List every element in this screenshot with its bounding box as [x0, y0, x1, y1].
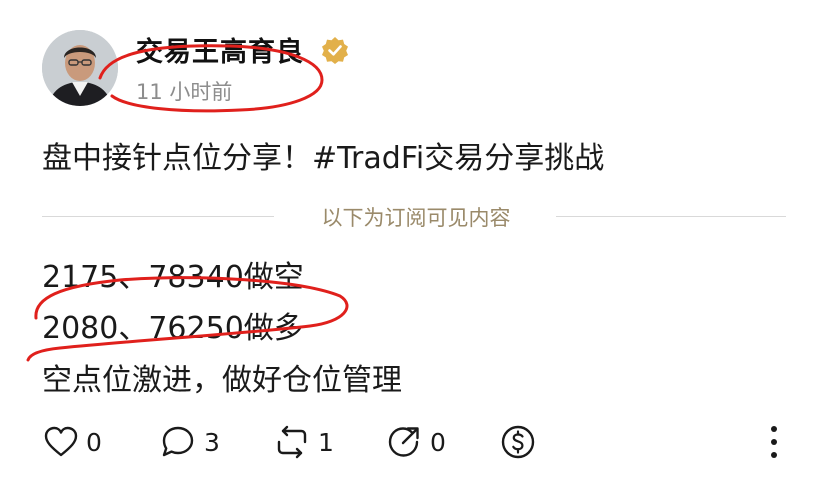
- comment-count: 3: [204, 427, 220, 457]
- comment-button[interactable]: 3: [160, 422, 220, 462]
- avatar-portrait-icon: [42, 30, 118, 106]
- share-button[interactable]: 0: [386, 422, 446, 462]
- repost-button[interactable]: 1: [274, 422, 334, 462]
- author-name[interactable]: 交易王高育良: [136, 30, 304, 69]
- repost-count: 1: [318, 427, 334, 457]
- content-line-short: 2175、78340做空: [42, 260, 304, 295]
- repost-icon: [277, 425, 307, 459]
- content-line-long: 2080、76250做多: [42, 311, 304, 346]
- dollar-coin-icon: [501, 425, 535, 459]
- divider-left: [42, 216, 274, 217]
- like-count: 0: [86, 427, 102, 457]
- author-avatar[interactable]: [42, 30, 118, 106]
- divider-right: [556, 216, 786, 217]
- subscriber-only-label: 以下为订阅可见内容: [321, 206, 511, 230]
- verified-badge-icon: [322, 37, 348, 64]
- content-line-note: 空点位激进，做好仓位管理: [42, 363, 402, 398]
- share-count: 0: [430, 427, 446, 457]
- comment-bubble-icon: [162, 426, 194, 457]
- heart-icon: [44, 426, 78, 457]
- share-arrow-icon: [388, 427, 419, 457]
- more-options-icon[interactable]: [764, 424, 784, 460]
- post-timestamp: 11 小时前: [136, 80, 233, 104]
- post-text: 盘中接针点位分享！#TradFi交易分享挑战: [42, 141, 605, 176]
- tip-button[interactable]: [500, 422, 536, 462]
- like-button[interactable]: 0: [44, 422, 102, 462]
